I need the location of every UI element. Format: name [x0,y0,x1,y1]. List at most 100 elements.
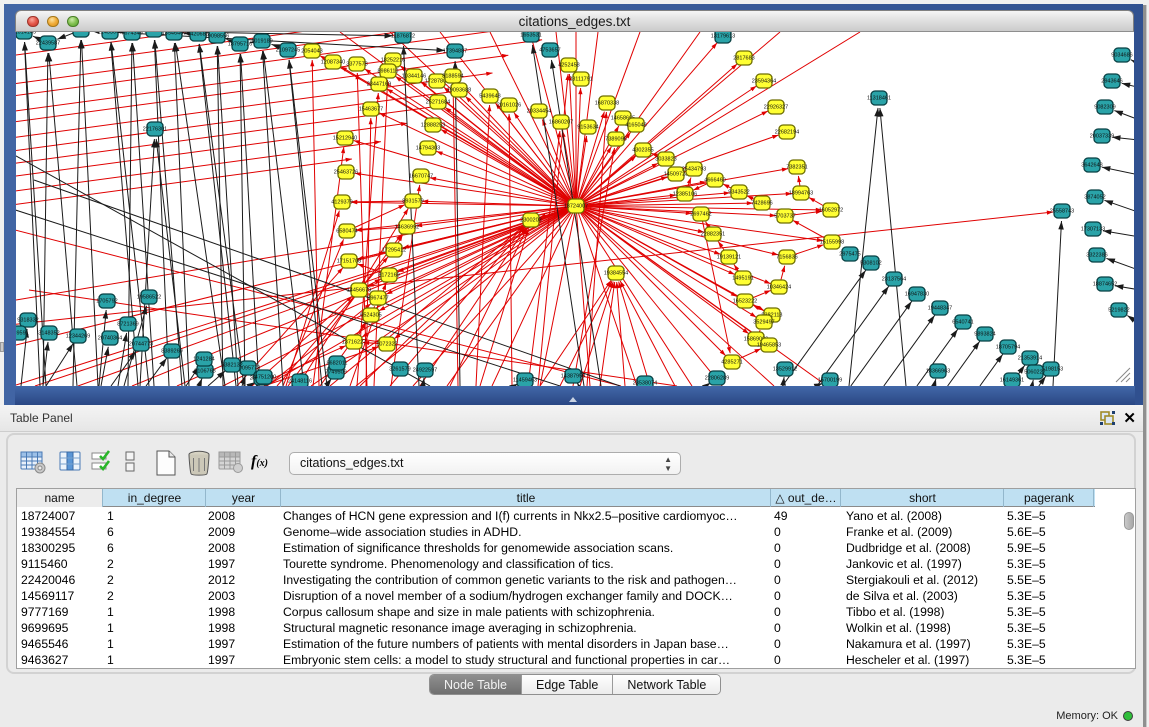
svg-text:20744773: 20744773 [129,342,153,348]
svg-text:16670747: 16670747 [409,174,433,180]
svg-text:21353914: 21353914 [1018,356,1042,362]
svg-text:20161026: 20161026 [497,103,521,109]
svg-text:25558743: 25558743 [1050,209,1074,215]
svg-text:18366963: 18366963 [926,369,950,375]
svg-text:2975475: 2975475 [839,252,860,258]
svg-text:23137564: 23137564 [882,277,906,283]
svg-text:11876872: 11876872 [391,34,415,40]
svg-text:23594364: 23594364 [752,79,776,85]
svg-text:1653531: 1653531 [520,33,541,39]
svg-text:2300203: 2300203 [520,218,541,224]
svg-text:8172169: 8172169 [378,273,399,279]
svg-text:7428696: 7428696 [751,201,772,207]
svg-text:6540741: 6540741 [952,320,973,326]
svg-text:25434793: 25434793 [682,167,706,173]
svg-text:22926327: 22926327 [764,105,788,111]
svg-text:19586522: 19586522 [137,295,161,301]
svg-text:22882351: 22882351 [701,232,725,238]
svg-text:13546466: 13546466 [162,32,186,37]
svg-text:18994763: 18994763 [789,191,813,197]
svg-text:6524305: 6524305 [360,313,381,319]
svg-text:6580474: 6580474 [336,229,357,235]
svg-text:13529912: 13529912 [773,367,797,373]
svg-text:8188594: 8188594 [442,74,463,80]
svg-text:24751200: 24751200 [252,375,276,381]
svg-text:14456679: 14456679 [347,288,371,294]
svg-text:21433649: 21433649 [98,32,122,36]
svg-text:2967477: 2967477 [367,296,388,302]
svg-text:7156836: 7156836 [776,255,797,261]
svg-text:22439587: 22439587 [36,41,60,47]
svg-text:12385106: 12385106 [673,192,697,198]
svg-text:3261579: 3261579 [389,367,410,373]
svg-text:3382132: 3382132 [221,363,242,369]
svg-text:17295412: 17295412 [382,248,406,254]
svg-text:1072322: 1072322 [376,342,397,348]
svg-text:16149361: 16149361 [1000,378,1024,384]
svg-text:3377578: 3377578 [346,62,367,68]
svg-text:12344269: 12344269 [66,334,90,340]
svg-text:8931579: 8931579 [402,199,423,205]
svg-text:5703737: 5703737 [774,214,795,220]
svg-text:4753657: 4753657 [539,48,560,54]
svg-text:11014145: 11014145 [16,32,36,36]
svg-text:4165048: 4165048 [625,123,646,129]
svg-text:1019189: 1019189 [251,39,272,45]
svg-text:23111791: 23111791 [569,77,593,83]
svg-text:19093688: 19093688 [447,88,471,94]
svg-text:24922597: 24922597 [413,368,437,374]
svg-text:23447169: 23447169 [367,82,391,88]
svg-text:19384554: 19384554 [604,271,628,277]
svg-text:5308102: 5308102 [860,261,881,267]
svg-text:4252458: 4252458 [558,63,579,69]
svg-text:16052972: 16052972 [819,208,843,214]
svg-text:18874652: 18874652 [1093,282,1117,288]
svg-text:16870338: 16870338 [595,101,619,107]
svg-text:2817683: 2817683 [733,56,754,62]
svg-text:18034339: 18034339 [69,32,93,34]
svg-text:17394887: 17394887 [443,49,467,55]
svg-text:9893824: 9893824 [974,332,995,338]
svg-text:12087340: 12087340 [321,60,345,66]
svg-text:1495191: 1495191 [732,276,753,282]
svg-text:8682011: 8682011 [326,361,347,367]
svg-text:3529497: 3529497 [753,320,774,326]
svg-text:18795716: 18795716 [228,42,252,48]
svg-text:14794303: 14794303 [416,146,440,152]
svg-text:8721369: 8721369 [117,322,138,328]
svg-text:22176301: 22176301 [143,127,167,133]
svg-text:11318461: 11318461 [867,96,891,102]
svg-text:19139121: 19139121 [717,255,741,261]
svg-text:3642648: 3642648 [1081,163,1102,169]
svg-text:10346424: 10346424 [767,285,791,291]
svg-text:19465853: 19465853 [757,343,781,349]
svg-text:13716227: 13716227 [342,340,366,346]
svg-text:9343522: 9343522 [728,190,749,196]
svg-text:14387959: 14387959 [561,374,585,380]
svg-text:22806289: 22806289 [705,376,729,382]
svg-text:15155998: 15155998 [820,240,844,246]
svg-text:18724007: 18724007 [564,204,588,210]
svg-text:8986110: 8986110 [377,69,398,75]
svg-text:17307133: 17307133 [1081,227,1105,233]
svg-text:1241284: 1241284 [193,357,214,363]
svg-text:8389269: 8389269 [161,349,182,355]
svg-text:9082309: 9082309 [1094,105,1115,111]
svg-text:15463677: 15463677 [359,107,383,113]
svg-text:2697462: 2697462 [690,212,711,218]
svg-text:17151708: 17151708 [337,259,361,265]
svg-text:7674349: 7674349 [121,32,142,37]
svg-text:20740364: 20740364 [98,336,122,342]
svg-text:4285271: 4285271 [721,360,742,366]
svg-text:9318332: 9318332 [17,318,38,324]
svg-text:16523222: 16523222 [733,299,757,305]
svg-text:2943646: 2943646 [1101,79,1122,85]
svg-text:14636992: 14636992 [395,225,419,231]
svg-text:3874052: 3874052 [1084,195,1105,201]
svg-text:15700199: 15700199 [818,378,842,384]
svg-text:3033823: 3033823 [655,157,676,163]
svg-text:16947830: 16947830 [905,292,929,298]
svg-text:5060227: 5060227 [1024,370,1045,376]
svg-text:8539591: 8539591 [16,331,29,337]
svg-text:7389096: 7389096 [605,137,626,143]
